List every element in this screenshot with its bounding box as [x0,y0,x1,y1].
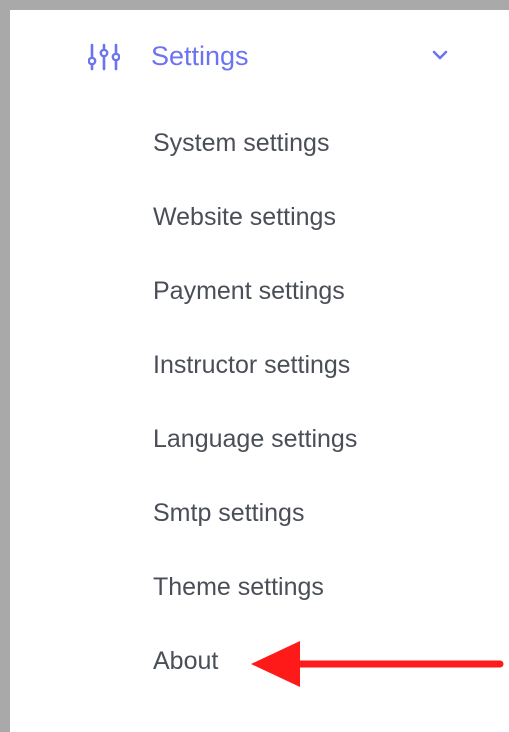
submenu-item-website-settings[interactable]: Website settings [153,199,336,235]
settings-submenu: System settings Website settings Payment… [10,10,509,732]
red-arrow-icon [251,641,504,687]
window-frame-top [0,0,509,10]
window-frame-left [0,0,10,732]
submenu-item-payment-settings[interactable]: Payment settings [153,273,345,309]
submenu-item-instructor-settings[interactable]: Instructor settings [153,347,350,383]
submenu-item-language-settings[interactable]: Language settings [153,421,357,457]
submenu-item-theme-settings[interactable]: Theme settings [153,569,324,605]
submenu-item-smtp-settings[interactable]: Smtp settings [153,495,304,531]
submenu-item-about[interactable]: About [153,643,218,679]
submenu-item-system-settings[interactable]: System settings [153,125,329,161]
sidebar-panel: Settings System settings Website setting… [10,10,509,732]
